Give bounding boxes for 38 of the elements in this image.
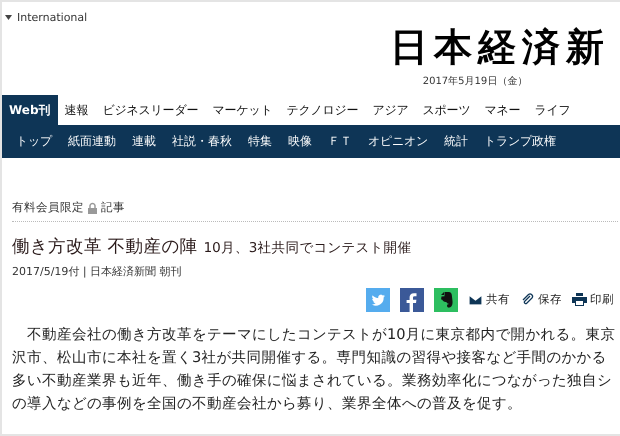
lock-icon [87, 202, 98, 214]
sub-nav-link[interactable]: オピニオン [360, 133, 436, 150]
nav-tab[interactable]: マネー [478, 95, 528, 125]
nav-tab[interactable]: 速報 [58, 95, 96, 125]
nav-tab[interactable]: アジア [366, 95, 416, 125]
sub-nav-link[interactable]: ＦＴ [320, 133, 360, 150]
access-label: 記事 [101, 200, 125, 215]
share-action[interactable]: 保存 [520, 292, 562, 307]
newspaper-logo[interactable]: 日本経済新 [390, 28, 610, 66]
printer-icon [572, 293, 587, 306]
headline: 働き方改革 不動産の陣 [12, 236, 198, 258]
nav-tab[interactable]: Web刊 [2, 95, 58, 125]
sub-nav-link[interactable]: 連載 [124, 133, 164, 150]
sub-nav-link[interactable]: 紙面連動 [60, 133, 124, 150]
elephant-icon[interactable] [434, 288, 458, 312]
share-action[interactable]: 共有 [468, 292, 510, 307]
nav-tab[interactable]: テクノロジー [280, 95, 366, 125]
sub-nav-link[interactable]: 映像 [280, 133, 320, 150]
sub-nav-link[interactable]: 統計 [436, 133, 476, 150]
nav-tab[interactable]: ライフ [528, 95, 578, 125]
subheadline: 10月、3社共同でコンテスト開催 [204, 239, 412, 257]
sub-nav-link[interactable]: 特集 [240, 133, 280, 150]
facebook-icon[interactable] [400, 288, 424, 312]
caret-icon [5, 15, 12, 20]
date-text: 2017年5月19日（金） [422, 75, 528, 88]
article-body: 不動産会社の働き方改革をテーマにしたコンテストが10月に東京都内で開かれる。東京 沢市、松山市に本社を置く3社が共同開催する。専門知識の習得や接客など手間のかかる 多い不動産業界も近年、働き手の確保に悩まされている。業務効率化につながった独自シ の導入などの事例を全国の不動産会社から募り、業界全体への普及を促す。 [12, 325, 617, 414]
edition-menu[interactable]: International [2, 2, 88, 24]
share-action[interactable]: 印刷 [572, 292, 614, 307]
paperclip-icon [520, 293, 535, 306]
byline: 2017/5/19付 | 日本経済新聞 朝刊 [12, 264, 183, 279]
nav-tab[interactable]: ビジネスリーダー [96, 95, 206, 125]
sub-nav-link[interactable]: トランプ政権 [476, 133, 564, 150]
sub-nav-link[interactable]: 社説・春秋 [164, 133, 240, 150]
nav-tab[interactable]: マーケット [206, 95, 280, 125]
access-label: 有料会員限定 [12, 200, 84, 215]
sub-nav-link[interactable]: トップ [8, 133, 60, 150]
mail-icon [468, 293, 483, 306]
nav-tab[interactable]: スポーツ [416, 95, 478, 125]
